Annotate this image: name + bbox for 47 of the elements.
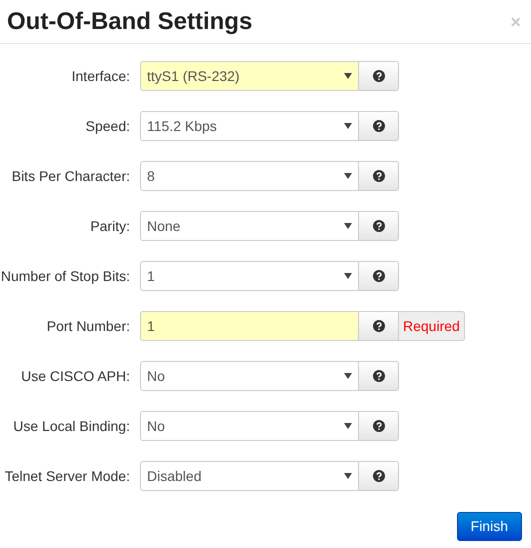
- help-button[interactable]: [359, 361, 399, 391]
- field-label: Use Local Binding:: [12, 416, 130, 436]
- help-button[interactable]: [359, 411, 399, 441]
- field-label: Interface:: [70, 66, 130, 86]
- caret-icon: [344, 173, 352, 179]
- dropdown[interactable]: No: [140, 411, 359, 441]
- help-button[interactable]: [359, 461, 399, 491]
- caret-icon: [344, 473, 352, 479]
- dropdown[interactable]: 8: [140, 161, 359, 191]
- help-icon: [372, 470, 384, 482]
- help-icon: [372, 370, 384, 382]
- help-icon: [372, 170, 384, 182]
- dialog-title: Out-Of-Band Settings: [7, 6, 252, 36]
- field-label: Parity:: [89, 216, 130, 236]
- caret-icon: [344, 373, 352, 379]
- field-label: Use CISCO APH:: [20, 366, 130, 386]
- dropdown[interactable]: 115.2 Kbps: [140, 111, 359, 141]
- dropdown[interactable]: None: [140, 211, 359, 241]
- caret-icon: [344, 223, 352, 229]
- field-label: Speed:: [84, 116, 130, 136]
- help-button[interactable]: [359, 311, 399, 341]
- field-label: Number of Stop Bits:: [0, 266, 130, 286]
- help-icon: [372, 320, 384, 332]
- input-field[interactable]: 1: [140, 311, 359, 341]
- dropdown[interactable]: ttyS1 (RS-232): [140, 61, 359, 91]
- help-icon: [372, 420, 384, 432]
- required-message: Required: [399, 311, 465, 341]
- help-icon: [372, 120, 384, 132]
- help-icon: [372, 220, 384, 232]
- help-button[interactable]: [359, 61, 399, 91]
- help-button[interactable]: [359, 261, 399, 291]
- field-label: Port Number:: [46, 316, 130, 336]
- help-icon: [372, 70, 384, 82]
- caret-icon: [344, 73, 352, 79]
- field-label: Bits Per Character:: [10, 166, 130, 186]
- caret-icon: [344, 423, 352, 429]
- help-button[interactable]: [359, 111, 399, 141]
- caret-icon: [344, 273, 352, 279]
- help-button[interactable]: [359, 211, 399, 241]
- dropdown[interactable]: 1: [140, 261, 359, 291]
- field-label: Telnet Server Mode:: [4, 466, 130, 486]
- dropdown[interactable]: No: [140, 361, 359, 391]
- help-button[interactable]: [359, 161, 399, 191]
- finish-button[interactable]: Finish: [456, 512, 522, 541]
- caret-icon: [344, 123, 352, 129]
- dropdown[interactable]: Disabled: [140, 461, 359, 491]
- help-icon: [372, 270, 384, 282]
